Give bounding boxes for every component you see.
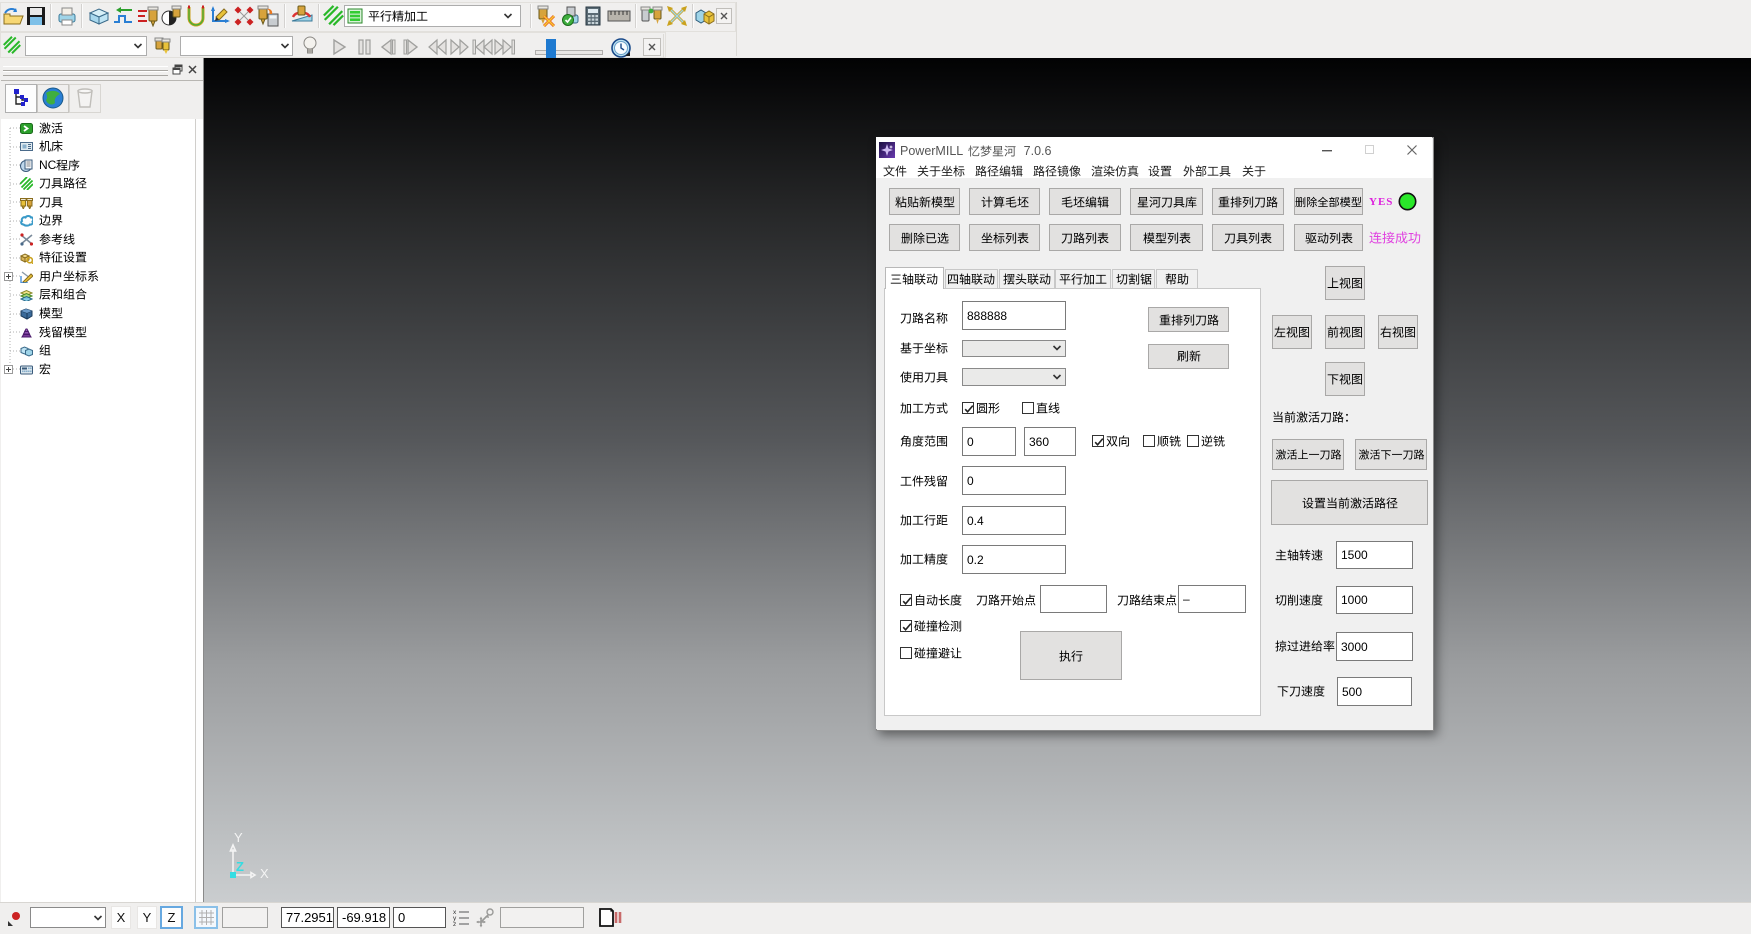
svg-text:z: z bbox=[453, 921, 456, 927]
svg-text:Y: Y bbox=[234, 830, 243, 845]
svg-text:Z: Z bbox=[236, 859, 244, 874]
svg-text:X: X bbox=[260, 866, 269, 881]
